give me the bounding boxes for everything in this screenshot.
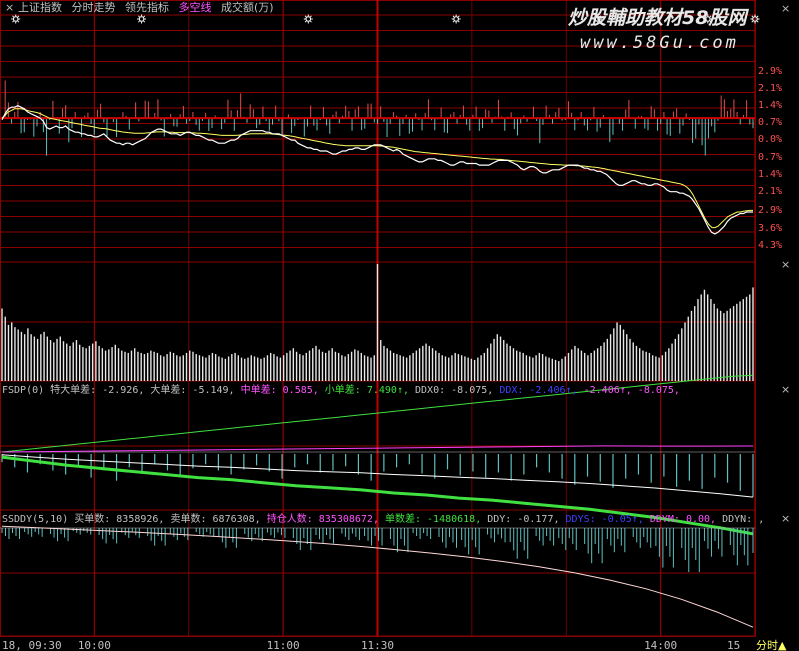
y-tick-label: 0.7% — [758, 152, 782, 163]
indicator-stat: DDYM: 0.00, — [650, 514, 722, 525]
header-item-index[interactable]: 上证指数 — [18, 0, 62, 14]
indicator-stat: 持仓人数: 835308672, — [267, 512, 385, 525]
header-item-leading[interactable]: 领先指标 — [125, 0, 169, 14]
header-item-bullbear[interactable]: 多空线 — [179, 0, 212, 14]
watermark-title: 炒股輔助教材58股网 — [568, 7, 749, 29]
indicator-stat: DDYS: -0.05↑, — [566, 514, 650, 525]
indicator-stat: 买单数: 8358926, — [74, 512, 170, 525]
stock-chart: 2.9% 2.1% 1.4% 0.7% 0.0% 0.7% 1.4% 2.1% 2.9% 3.6%… — [0, 0, 799, 651]
panel-close-icon[interactable]: × — [781, 512, 790, 525]
header: × 上证指数 分时走势 领先指标 多空线 成交额(万) — [5, 0, 274, 14]
watermark-url: www.58Gu.com — [580, 33, 739, 53]
indicator-stat: -2.406↑, — [584, 385, 638, 396]
header-title: 上证指数 分时走势 领先指标 多空线 成交额(万) — [18, 0, 274, 14]
indicator-stat: DDY: -0.177, — [487, 514, 565, 525]
header-item-turnover[interactable]: 成交额(万) — [221, 0, 274, 14]
header-item-intraday[interactable]: 分时走势 — [72, 1, 116, 14]
chart-background — [0, 0, 799, 651]
panel-close-icon[interactable]: × — [781, 383, 790, 396]
time-tick-label: 18, 09:30 — [2, 639, 62, 651]
y-tick-label: 3.6% — [758, 223, 782, 234]
y-tick-label: 2.1% — [758, 186, 782, 197]
y-tick-label: 0.7% — [758, 117, 782, 128]
time-tick-label: 10:00 — [78, 639, 111, 651]
time-tick-label: 15 — [727, 639, 740, 651]
period-selector[interactable]: 分时▲ — [756, 639, 787, 651]
header-close-mark[interactable]: × — [5, 1, 14, 14]
time-tick-label: 14:00 — [644, 639, 677, 651]
panel-close-icon[interactable]: × — [781, 2, 790, 15]
indicator-stat: 中单差: 0.585, — [241, 383, 325, 396]
y-tick-label: 4.3% — [758, 240, 782, 251]
y-tick-label: 1.4% — [758, 100, 782, 111]
fsdp-legend: FSDP(0) 特大单差: -2.926, 大单差: -5.149, 中单差: … — [2, 383, 680, 396]
y-tick-label: 0.0% — [758, 134, 782, 145]
indicator-stat: DDX: -2.406↑, — [499, 385, 583, 396]
indicator-stat: 小单差: 7.490↑, — [325, 383, 415, 396]
y-tick-label: 1.4% — [758, 169, 782, 180]
indicator-name: SSDDY(5,10) — [2, 514, 74, 525]
y-tick-label: 2.9% — [758, 205, 782, 216]
time-tick-label: 11:00 — [267, 639, 300, 651]
y-tick-label: 2.9% — [758, 66, 782, 77]
y-tick-label: 2.1% — [758, 83, 782, 94]
indicator-stat: 大单差: -5.149, — [150, 383, 240, 396]
indicator-stat: -8.075, — [638, 385, 680, 396]
indicator-stat: DDYN: , — [722, 514, 764, 525]
ssddy-stats: SSDDY(5,10) 买单数: 8358926, 卖单数: 6876308, … — [2, 512, 764, 525]
panel-close-icon[interactable]: × — [781, 258, 790, 271]
ssddy-legend: SSDDY(5,10) 买单数: 8358926, 卖单数: 6876308, … — [2, 512, 764, 525]
indicator-stat: DDX0: -8.075, — [415, 385, 499, 396]
time-tick-label: 11:30 — [361, 639, 394, 651]
indicator-stat: 特大单差: -2.926, — [50, 383, 150, 396]
fsdp-stats: FSDP(0) 特大单差: -2.926, 大单差: -5.149, 中单差: … — [2, 383, 680, 396]
indicator-stat: 卖单数: 6876308, — [170, 512, 266, 525]
indicator-stat: 单数差: -1480618, — [385, 512, 487, 525]
indicator-name: FSDP(0) — [2, 385, 50, 396]
